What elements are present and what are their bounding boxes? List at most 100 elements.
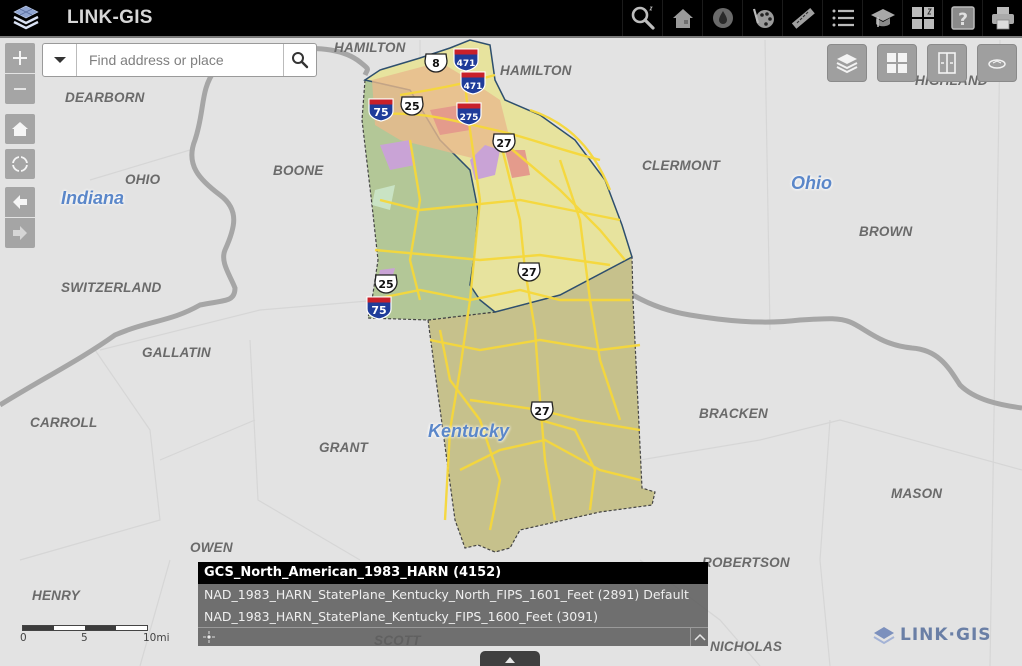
svg-text:27: 27 — [534, 405, 549, 418]
county-label: HAMILTON — [334, 40, 406, 55]
stacked-layers-icon — [13, 5, 39, 30]
search-icon — [292, 52, 309, 69]
list-tool-button[interactable] — [822, 0, 862, 36]
county-label: BRACKEN — [699, 406, 768, 421]
county-label: BOONE — [273, 163, 324, 178]
county-label: CARROLL — [30, 415, 98, 430]
print-tool-button[interactable] — [982, 0, 1022, 36]
basemap-gallery-button[interactable] — [877, 44, 917, 82]
county-label: GALLATIN — [142, 345, 211, 360]
app-title: LINK-GIS — [67, 7, 153, 28]
coordinate-system-option[interactable]: NAD_1983_HARN_StatePlane_Kentucky_North_… — [198, 584, 708, 606]
scale-label: 5 — [81, 632, 88, 644]
search-box — [42, 43, 317, 77]
printer-icon — [991, 7, 1014, 30]
help-tool-button[interactable]: ? — [942, 0, 982, 36]
watermark-logo: LINK·GIS — [872, 620, 1012, 650]
measure-tool-button[interactable] — [782, 0, 822, 36]
county-label: MASON — [891, 486, 943, 501]
home-tool-button[interactable] — [662, 0, 702, 36]
svg-text:27: 27 — [496, 137, 511, 150]
swipe-button[interactable] — [927, 44, 967, 82]
interstate-shield: 275 — [456, 102, 482, 126]
learn-tool-button[interactable] — [862, 0, 902, 36]
collapse-panel-button[interactable] — [690, 628, 708, 646]
crosshair-icon[interactable] — [202, 630, 216, 644]
header-bar: LINK-GIS ? — [0, 0, 1022, 38]
county-label: NICHOLAS — [710, 639, 783, 654]
zoom-in-button[interactable] — [5, 43, 35, 73]
list-icon — [832, 9, 854, 27]
next-extent-button[interactable] — [5, 218, 35, 248]
palette-tool-button[interactable] — [742, 0, 782, 36]
state-label: Kentucky — [428, 421, 510, 441]
grid-icon — [911, 7, 934, 29]
state-label: Ohio — [791, 173, 832, 193]
scale-label: 10mi — [143, 632, 170, 644]
search-button[interactable] — [283, 44, 316, 76]
toolbar: ? — [622, 0, 1022, 36]
bottom-panel-toggle[interactable] — [480, 651, 540, 666]
overview-map-button[interactable] — [977, 44, 1017, 82]
grid-icon — [887, 53, 907, 73]
palette-icon — [752, 8, 774, 28]
swipe-icon — [938, 52, 956, 74]
svg-text:471: 471 — [464, 82, 483, 92]
coordinate-system-option[interactable]: GCS_North_American_1983_HARN (4152) — [198, 562, 708, 584]
caret-up-icon — [505, 657, 515, 663]
locate-icon — [11, 155, 29, 173]
svg-text:?: ? — [958, 10, 968, 30]
svg-text:75: 75 — [373, 106, 388, 119]
coordinate-system-option[interactable]: NAD_1983_HARN_StatePlane_Kentucky_FIPS_1… — [198, 606, 708, 628]
scale-label: 0 — [20, 632, 27, 644]
us-route-shield: 25 — [374, 274, 398, 294]
state-label: Indiana — [61, 188, 125, 208]
us-route-shield: 25 — [400, 96, 424, 116]
svg-text:25: 25 — [378, 278, 393, 291]
ruler-icon — [791, 7, 815, 29]
overview-icon — [988, 59, 1006, 69]
app: LINK-GIS ? 471 471 8 75 25 275 27 27 25 … — [0, 0, 1022, 666]
watermark-text: LINK·GIS — [900, 625, 992, 645]
county-label: OHIO — [125, 172, 161, 187]
water-drop-icon — [712, 8, 733, 28]
previous-extent-button[interactable] — [5, 187, 35, 217]
house-icon — [672, 9, 693, 28]
us-route-shield: 27 — [517, 262, 541, 282]
magnifier-icon — [631, 6, 655, 30]
interstate-shield: 471 — [460, 71, 486, 95]
svg-text:27: 27 — [521, 266, 536, 279]
caret-down-icon — [53, 57, 66, 63]
interstate-shield: 75 — [368, 98, 394, 122]
interstate-shield: 75 — [366, 296, 392, 320]
ohio-river-east — [623, 287, 1022, 411]
scale-bar — [22, 625, 148, 631]
minus-icon — [14, 88, 26, 90]
water-tool-button[interactable] — [702, 0, 742, 36]
arrow-right-icon — [13, 226, 27, 240]
svg-text:471: 471 — [457, 59, 476, 69]
layers-button[interactable] — [827, 44, 867, 82]
widgets-tool-button[interactable] — [902, 0, 942, 36]
chevron-up-icon — [693, 633, 706, 641]
county-label: DEARBORN — [65, 90, 145, 105]
county-label: HENRY — [32, 588, 81, 603]
plus-icon — [13, 51, 27, 65]
county-label: ROBERTSON — [702, 555, 790, 570]
county-label: GRANT — [319, 440, 368, 455]
question-icon: ? — [950, 6, 975, 30]
home-button[interactable] — [5, 114, 35, 144]
graduation-cap-icon — [870, 9, 895, 27]
locate-button[interactable] — [5, 149, 35, 179]
search-tool-button[interactable] — [622, 0, 662, 36]
svg-text:75: 75 — [371, 304, 386, 317]
search-input[interactable] — [77, 44, 283, 76]
county-label: OWEN — [190, 540, 233, 555]
zoom-out-button[interactable] — [5, 74, 35, 104]
svg-text:8: 8 — [432, 57, 440, 70]
us-route-shield: 27 — [530, 401, 554, 421]
county-label: CLERMONT — [642, 158, 721, 173]
svg-text:275: 275 — [460, 113, 479, 123]
county-label: BROWN — [859, 224, 913, 239]
search-source-dropdown[interactable] — [43, 44, 77, 76]
